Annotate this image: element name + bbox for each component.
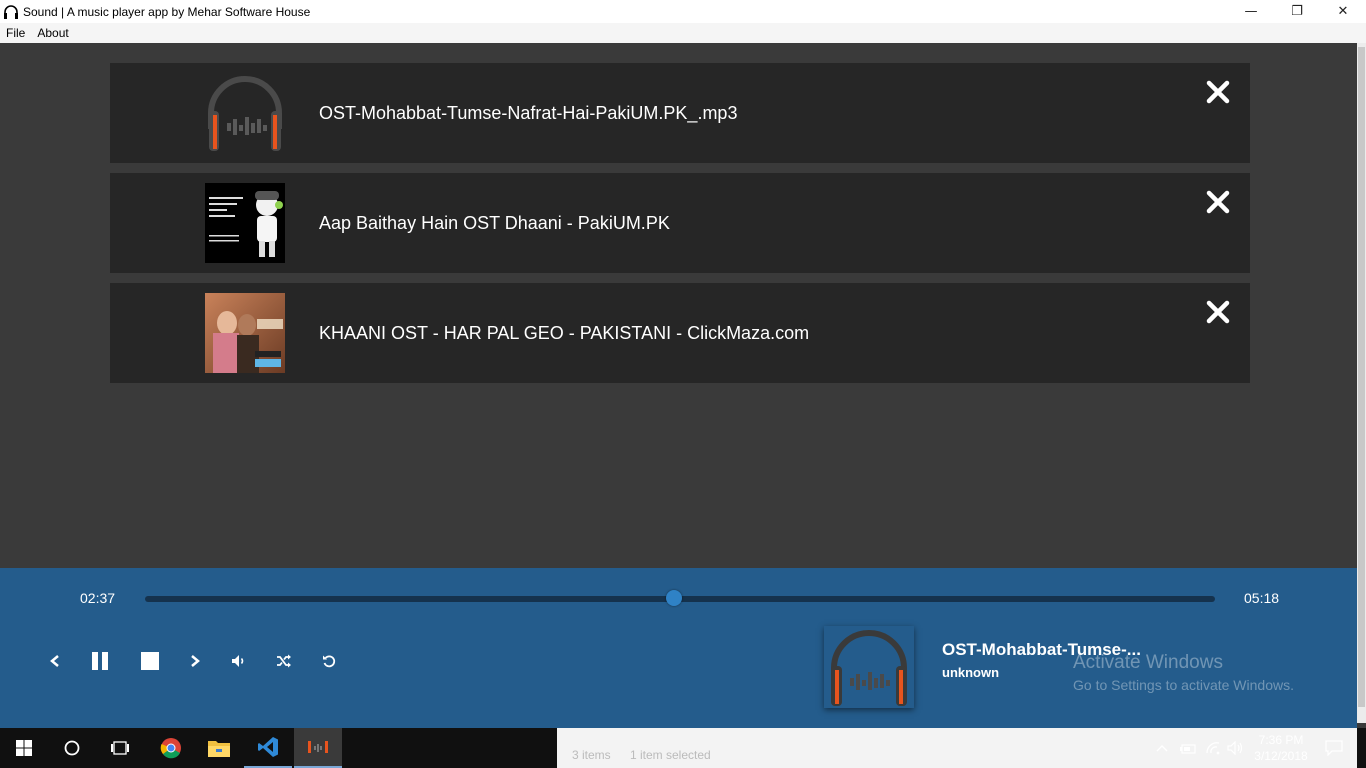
current-time: 02:37 [80, 590, 116, 606]
cortana-circle-icon [64, 740, 80, 756]
repeat-button[interactable] [318, 650, 340, 672]
previous-button[interactable] [44, 650, 66, 672]
explorer-item-count: 3 items [572, 748, 611, 762]
playlist-item[interactable]: OST-Mohabbat-Tumse-Nafrat-Hai-PakiUM.PK_… [110, 63, 1250, 163]
file-explorer-taskbar-button[interactable] [195, 728, 243, 768]
pause-button[interactable] [89, 650, 111, 672]
playlist-item[interactable]: KHAANI OST - HAR PAL GEO - PAKISTANI - C… [110, 283, 1250, 383]
now-playing-art [824, 626, 914, 708]
khaani-cover-art [205, 293, 285, 373]
title-bar: Sound | A music player app by Mehar Soft… [0, 0, 1366, 23]
vertical-scrollbar[interactable] [1357, 43, 1366, 723]
wifi-icon[interactable] [1205, 741, 1221, 755]
restore-button[interactable]: ❐ [1274, 0, 1320, 23]
chevron-up-icon[interactable] [1155, 743, 1169, 753]
folder-icon [208, 741, 230, 757]
start-button[interactable] [0, 728, 48, 768]
taskbar-clock[interactable]: 7:36 PM 3/12/2018 [1250, 732, 1312, 764]
vscode-icon [258, 737, 278, 757]
stop-button[interactable] [139, 650, 161, 672]
system-tray [1155, 728, 1245, 768]
close-window-button[interactable]: ✕ [1320, 0, 1366, 23]
notification-icon [1325, 740, 1343, 756]
task-view-icon [111, 741, 129, 755]
pause-icon [92, 652, 108, 670]
battery-icon[interactable] [1179, 742, 1197, 754]
next-icon [191, 655, 200, 667]
vscode-taskbar-button[interactable] [244, 728, 292, 768]
pakium-cover-art [205, 183, 285, 263]
now-playing-artist: unknown [942, 665, 1000, 680]
headphones-default-icon [208, 76, 282, 151]
sound-app-icon [308, 741, 328, 753]
playlist-area: OST-Mohabbat-Tumse-Nafrat-Hai-PakiUM.PK_… [0, 43, 1357, 568]
track-name: Aap Baithay Hain OST Dhaani - PakiUM.PK [319, 212, 670, 233]
remove-track-icon[interactable] [1205, 79, 1231, 105]
previous-icon [50, 655, 59, 667]
track-name: OST-Mohabbat-Tumse-Nafrat-Hai-PakiUM.PK_… [319, 102, 738, 123]
repeat-icon [323, 655, 336, 668]
seek-knob[interactable] [665, 590, 682, 606]
headphones-app-icon [4, 4, 18, 19]
windows-logo-icon [16, 740, 32, 756]
scrollbar-thumb[interactable] [1358, 47, 1365, 707]
sound-app-taskbar-button[interactable] [294, 728, 342, 768]
activate-windows-watermark: Activate Windows [1073, 652, 1223, 673]
cortana-button[interactable] [48, 728, 96, 768]
remove-track-icon[interactable] [1205, 299, 1231, 325]
minimize-button[interactable]: — [1228, 0, 1274, 23]
stop-icon [141, 652, 159, 670]
activate-windows-subtext: Go to Settings to activate Windows. [1073, 677, 1294, 693]
explorer-selection-count: 1 item selected [630, 748, 711, 762]
menu-about[interactable]: About [31, 26, 74, 40]
chrome-icon [160, 738, 181, 759]
speaker-icon[interactable] [1227, 741, 1245, 755]
taskbar: 3 items 1 item selected 7:36 PM 3/12/201… [0, 728, 1366, 768]
action-center-button[interactable] [1310, 728, 1358, 768]
clock-date: 3/12/2018 [1254, 749, 1308, 763]
task-view-button[interactable] [96, 728, 144, 768]
volume-icon [232, 655, 244, 667]
player-bar: 02:37 05:18 OST-Mohabbat-Tumse-... unkno… [0, 568, 1357, 728]
next-button[interactable] [184, 650, 206, 672]
window-title: Sound | A music player app by Mehar Soft… [23, 4, 311, 19]
chrome-taskbar-button[interactable] [147, 728, 195, 768]
volume-button[interactable] [228, 650, 250, 672]
menu-file[interactable]: File [0, 26, 31, 40]
track-name: KHAANI OST - HAR PAL GEO - PAKISTANI - C… [319, 322, 810, 343]
clock-time: 7:36 PM [1258, 733, 1304, 747]
shuffle-button[interactable] [273, 650, 295, 672]
menu-bar: File About [0, 23, 1366, 43]
shuffle-icon [277, 654, 291, 668]
total-time: 05:18 [1244, 590, 1280, 606]
remove-track-icon[interactable] [1205, 189, 1231, 215]
playlist-item[interactable]: Aap Baithay Hain OST Dhaani - PakiUM.PK [110, 173, 1250, 273]
